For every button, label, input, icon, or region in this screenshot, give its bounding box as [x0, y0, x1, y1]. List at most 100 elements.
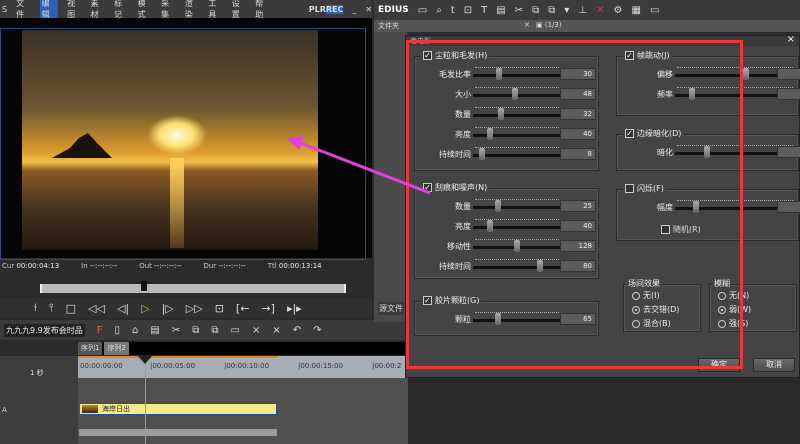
jitter-checkbox[interactable]: ✓ 帧跳动(J) [623, 50, 672, 61]
title-icon[interactable]: T [481, 5, 487, 16]
slider-thumb[interactable] [693, 201, 700, 213]
checkbox-box[interactable] [625, 184, 634, 193]
undo-icon[interactable]: ↶ [293, 325, 301, 336]
menu-item-edit[interactable]: 编辑 [39, 0, 59, 20]
checkbox-box[interactable]: ✓ [423, 183, 432, 192]
slider-track[interactable] [473, 114, 561, 117]
blur-radio-weak[interactable]: 弱(W) [718, 304, 796, 315]
more-icon[interactable]: ▭ [650, 5, 659, 16]
bin-tab[interactable]: ▣ (1/3) [536, 21, 562, 29]
delete-icon[interactable]: ✕ [596, 5, 604, 16]
slider-track[interactable] [473, 74, 561, 77]
menu-item-clip[interactable]: 素材 [91, 0, 106, 20]
fast-forward-icon[interactable]: ▷▷ [186, 302, 203, 315]
slider-track[interactable] [473, 266, 561, 269]
slider-value-field[interactable]: 25 [560, 200, 596, 212]
scrub-bar[interactable] [40, 281, 346, 293]
play-icon[interactable]: ▷ [141, 302, 149, 315]
vignette-checkbox[interactable]: ✓ 边缘暗化(D) [623, 128, 684, 139]
slider-value-field[interactable]: 16 [777, 201, 800, 213]
slider-thumb[interactable] [514, 240, 520, 252]
paste-icon[interactable]: ⧉ [211, 325, 218, 336]
step-forward-icon[interactable]: |▷ [162, 302, 174, 315]
menu-item-view[interactable]: 视图 [67, 0, 82, 20]
rewind-icon[interactable]: ◁◁ [88, 302, 105, 315]
properties-icon[interactable]: ▾ [564, 5, 569, 16]
grain-checkbox[interactable]: ✓ 胶片颗粒(G) [421, 295, 482, 306]
slider-thumb[interactable] [536, 260, 543, 272]
new-icon[interactable]: F [97, 325, 103, 336]
cut-icon[interactable]: ✂ [515, 5, 523, 16]
slider-thumb[interactable] [495, 200, 502, 212]
close-button[interactable]: ✕ [365, 5, 372, 14]
menu-item-file[interactable]: 文件 [16, 0, 31, 20]
slider-value-field[interactable]: 60 [777, 68, 800, 80]
menu-item-marker[interactable]: 标记 [114, 0, 129, 20]
ok-button[interactable]: 确定 [698, 358, 740, 372]
slider-thumb[interactable] [498, 108, 505, 120]
flicker-checkbox[interactable]: 闪烁(F) [623, 183, 666, 194]
paste-icon[interactable]: ⧉ [548, 5, 555, 16]
color-bar-icon[interactable]: ▤ [496, 5, 505, 16]
copy-icon[interactable]: ⧉ [192, 325, 199, 336]
set-in-icon[interactable]: ⫮ [34, 301, 37, 315]
menu-item-render[interactable]: 渲染 [185, 0, 200, 20]
scrub-thumb[interactable] [141, 281, 147, 291]
checkbox-box[interactable]: ✓ [625, 51, 634, 60]
field-radio-blend[interactable]: 混合(B) [632, 318, 700, 329]
menu-item-mode[interactable]: 模式 [138, 0, 153, 20]
redo-icon[interactable]: ↷ [313, 325, 321, 336]
up-icon[interactable]: t [451, 5, 455, 16]
checkbox-box[interactable]: ✓ [423, 296, 432, 305]
source-files-tab[interactable]: 源文件 [378, 302, 404, 315]
random-checkbox[interactable]: 随机(R) [661, 224, 701, 235]
slider-value-field[interactable]: 30 [560, 68, 596, 80]
bin-close-icon[interactable]: ✕ [524, 21, 530, 29]
field-radio-deinterlace[interactable]: 去交错(D) [632, 304, 700, 315]
slider-value-field[interactable]: 32 [560, 108, 596, 120]
folder-icon[interactable]: ▭ [418, 5, 427, 16]
random-checkbox-box[interactable] [661, 225, 670, 234]
slider-thumb[interactable] [486, 220, 493, 232]
tab-sequence-2[interactable]: 序列2 [104, 342, 129, 355]
slider-value-field[interactable]: 10 [777, 88, 800, 100]
slider-thumb[interactable] [743, 68, 750, 80]
cut-icon[interactable]: ✂ [172, 325, 180, 336]
slider-value-field[interactable]: 64 [777, 146, 800, 158]
slider-value-field[interactable]: 48 [560, 88, 596, 100]
step-back-icon[interactable]: ◁| [117, 302, 129, 315]
cancel-button[interactable]: 取消 [753, 358, 795, 372]
replace-icon[interactable]: ▸|▸ [287, 302, 302, 315]
project-name[interactable]: 九九九9.9发布会时品 [4, 323, 85, 337]
slider-value-field[interactable]: 40 [560, 220, 596, 232]
checkbox-box[interactable]: ✓ [625, 129, 634, 138]
search-icon[interactable]: ⌕ [436, 5, 442, 16]
slider-value-field[interactable]: 40 [560, 128, 596, 140]
playhead-icon[interactable] [138, 356, 152, 364]
slider-thumb[interactable] [511, 88, 518, 100]
video-clip[interactable]: 海岸日出 [79, 403, 277, 415]
link-icon[interactable]: ▭ [231, 325, 240, 336]
rec-label[interactable]: REC [325, 4, 344, 14]
slider-thumb[interactable] [495, 68, 502, 80]
slider-thumb[interactable] [495, 313, 502, 325]
timescale[interactable]: 1 秒 [30, 368, 44, 378]
view-icon[interactable]: ▦ [631, 5, 640, 16]
timeline-add-icon[interactable]: ⊥ [578, 5, 587, 16]
scratch-checkbox[interactable]: ✓ 刮痕和噪声(N) [421, 182, 490, 193]
audio-clip[interactable] [79, 429, 277, 436]
timeline-ruler[interactable]: 00:00:00:00 |00:00:05:00 |00:00:10:00 |0… [78, 356, 408, 378]
import-icon[interactable]: ⊡ [464, 5, 472, 16]
blur-radio-none[interactable]: 无(N) [718, 290, 796, 301]
open-icon[interactable]: ⌂ [132, 325, 138, 336]
new-sequence-icon[interactable]: ▯ [115, 325, 121, 336]
save-icon[interactable]: ▤ [150, 325, 159, 336]
slider-thumb[interactable] [703, 146, 710, 158]
plr-label[interactable]: PLR [309, 5, 326, 14]
dust-checkbox[interactable]: ✓ 尘粒和毛发(H) [421, 50, 490, 61]
copy-icon[interactable]: ⧉ [532, 5, 539, 16]
slider-thumb[interactable] [478, 148, 485, 160]
slider-value-field[interactable]: 65 [560, 313, 596, 325]
tab-sequence-1[interactable]: 序列1 [78, 342, 103, 355]
dialog-close-icon[interactable]: × [787, 34, 795, 45]
